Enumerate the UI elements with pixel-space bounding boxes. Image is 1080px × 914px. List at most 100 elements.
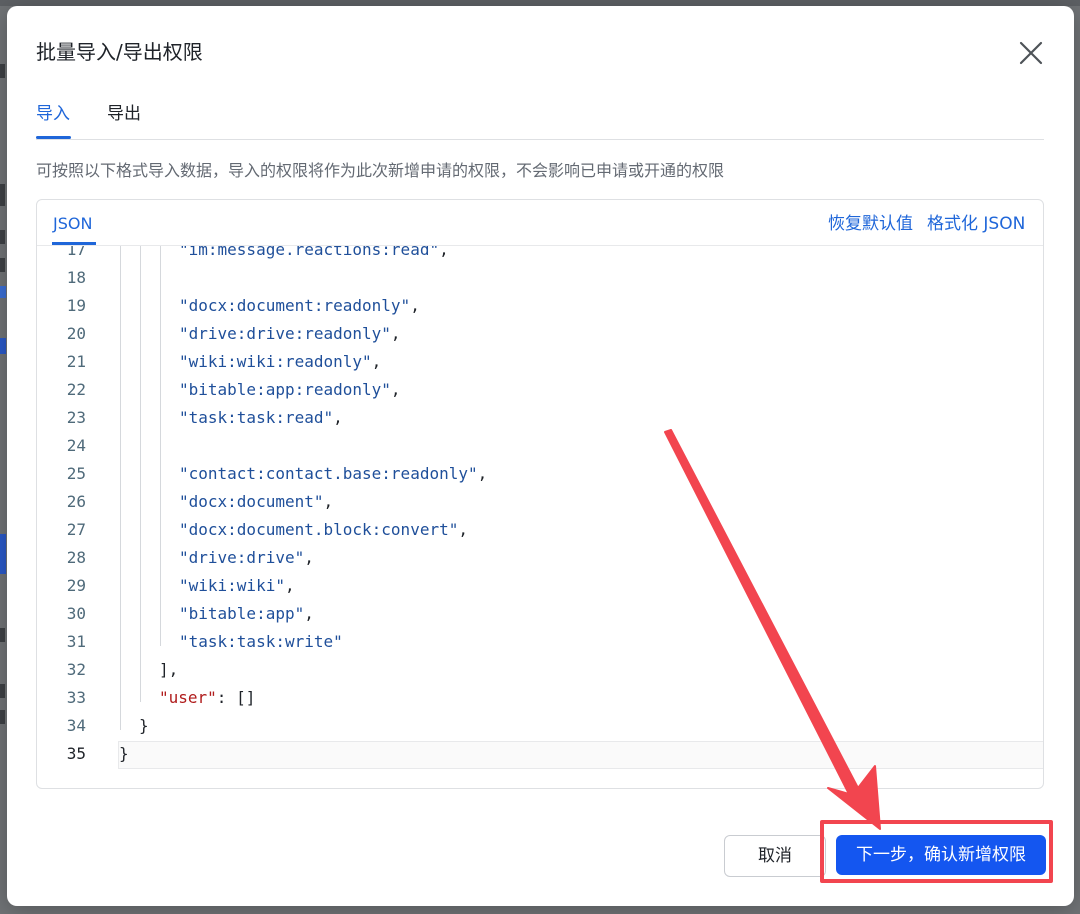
close-icon: [1019, 41, 1043, 65]
json-string: "wiki:wiki": [179, 576, 285, 595]
code-text: }: [119, 744, 129, 763]
backdrop-text: [0, 258, 5, 272]
code-line: 24: [37, 432, 1043, 460]
line-number: 31: [66, 632, 86, 651]
json-string: "wiki:wiki:readonly": [179, 352, 372, 371]
json-string: "docx:document.block:convert": [179, 520, 459, 539]
json-key: "user": [159, 688, 217, 707]
code-line: 22 "bitable:app:readonly",: [37, 376, 1043, 404]
editor-header: JSON 恢复默认值 格式化 JSON: [37, 200, 1043, 246]
backdrop-text: [0, 628, 5, 642]
code-text: "docx:document",: [179, 488, 333, 516]
code-line: 25 "contact:contact.base:readonly",: [37, 460, 1043, 488]
code-line: 31 "task:task:write": [37, 628, 1043, 656]
code-line: 18: [37, 264, 1043, 292]
line-number: 33: [66, 688, 86, 707]
code-text: "contact:contact.base:readonly",: [179, 460, 487, 488]
backdrop-link: [0, 286, 6, 298]
code-punctuation: ,: [458, 520, 468, 539]
code-text: "docx:document.block:convert",: [179, 516, 468, 544]
code-line: 23 "task:task:read",: [37, 404, 1043, 432]
json-string: "drive:drive": [179, 548, 305, 567]
json-string: "task:task:read": [179, 408, 334, 427]
line-number: 19: [66, 296, 86, 315]
active-tab-indicator: [36, 136, 71, 139]
json-editor: JSON 恢复默认值 格式化 JSON 17 "im:message.reacti…: [36, 199, 1044, 789]
backdrop-text: [0, 710, 5, 724]
code-editor-area[interactable]: 17 "im:message.reactions:read", 18 19 "docx:…: [37, 246, 1043, 787]
backdrop-text: [0, 184, 5, 206]
line-number: 18: [66, 268, 86, 287]
code-text: "task:task:read",: [179, 404, 343, 432]
line-number: 29: [66, 576, 86, 595]
json-string: "docx:document:readonly": [179, 296, 411, 315]
backdrop-text: [0, 684, 5, 698]
code-punctuation: ,: [333, 408, 343, 427]
line-number: 26: [66, 492, 86, 511]
code-text: ],: [159, 660, 179, 679]
backdrop-text: [0, 230, 5, 244]
tab-export[interactable]: 导出: [107, 102, 141, 126]
backdrop-marker: [0, 338, 6, 354]
line-number: 20: [66, 324, 86, 343]
code-line: 33 "user": []: [37, 684, 1043, 712]
code-punctuation: ,: [304, 548, 314, 567]
code-punctuation: ,: [390, 324, 401, 343]
editor-tab-json[interactable]: JSON: [53, 213, 92, 235]
code-line: 20 "drive:drive:readonly",: [37, 320, 1043, 348]
json-string: "bitable:app": [179, 604, 305, 623]
json-string: "docx:document": [179, 492, 324, 511]
tab-bar: 导入 导出: [36, 98, 1044, 140]
code-line: 19 "docx:document:readonly",: [37, 292, 1043, 320]
next-confirm-button[interactable]: 下一步，确认新增权限: [836, 835, 1046, 875]
line-number: 21: [66, 352, 86, 371]
code-line: 21 "wiki:wiki:readonly",: [37, 348, 1043, 376]
dialog-title: 批量导入/导出权限: [36, 40, 203, 64]
reset-default-link[interactable]: 恢复默认值: [828, 213, 913, 235]
code-punctuation: ,: [439, 246, 449, 259]
code-text: "wiki:wiki:readonly",: [179, 348, 381, 376]
close-button[interactable]: [1017, 39, 1045, 67]
line-number: 32: [66, 660, 86, 679]
format-json-link[interactable]: 格式化 JSON: [927, 213, 1025, 235]
code-line: 27 "docx:document.block:convert",: [37, 516, 1043, 544]
code-punctuation: ,: [304, 604, 314, 623]
backdrop-marker: [0, 534, 6, 574]
json-string: "drive:drive:readonly": [179, 324, 391, 343]
code-text: "bitable:app",: [179, 600, 314, 628]
code-line: 17 "im:message.reactions:read",: [37, 246, 1043, 264]
code-punctuation: ,: [477, 464, 488, 483]
import-hint-text: 可按照以下格式导入数据，导入的权限将作为此次新增申请的权限，不会影响已申请或开通…: [36, 161, 725, 180]
json-string: "task:task:write": [179, 632, 343, 651]
code-text: "drive:drive:readonly",: [179, 320, 401, 348]
json-string: "bitable:app:readonly": [179, 380, 391, 399]
line-number: 35: [66, 744, 86, 763]
code-line: 29 "wiki:wiki",: [37, 572, 1043, 600]
line-number: 28: [66, 548, 86, 567]
code-punctuation: ,: [371, 352, 382, 371]
code-text: "docx:document:readonly",: [179, 292, 420, 320]
code-text: }: [139, 716, 149, 735]
line-number: 30: [66, 604, 86, 623]
code-text: "drive:drive",: [179, 544, 314, 572]
json-string: "im:message.reactions:read": [179, 246, 440, 259]
code-line: 26 "docx:document",: [37, 488, 1043, 516]
code-text: "wiki:wiki",: [179, 572, 295, 600]
code-text: "task:task:write": [179, 628, 343, 656]
code-line: 28 "drive:drive",: [37, 544, 1043, 572]
code-line: 35}: [37, 740, 1043, 768]
line-number: 22: [66, 380, 86, 399]
cancel-button[interactable]: 取消: [724, 835, 826, 877]
tab-import[interactable]: 导入: [36, 102, 70, 126]
line-number: 27: [66, 520, 86, 539]
code-text: "user": []: [159, 684, 255, 712]
editor-tab-indicator: [52, 242, 96, 245]
code-line: 30 "bitable:app",: [37, 600, 1043, 628]
backdrop-text: [0, 64, 5, 78]
code-text: "im:message.reactions:read",: [179, 246, 449, 264]
code-punctuation: : []: [216, 688, 256, 707]
code-punctuation: ,: [284, 576, 295, 595]
line-number: 24: [66, 436, 86, 455]
line-number: 23: [66, 408, 86, 427]
code-line: 32],: [37, 656, 1043, 684]
